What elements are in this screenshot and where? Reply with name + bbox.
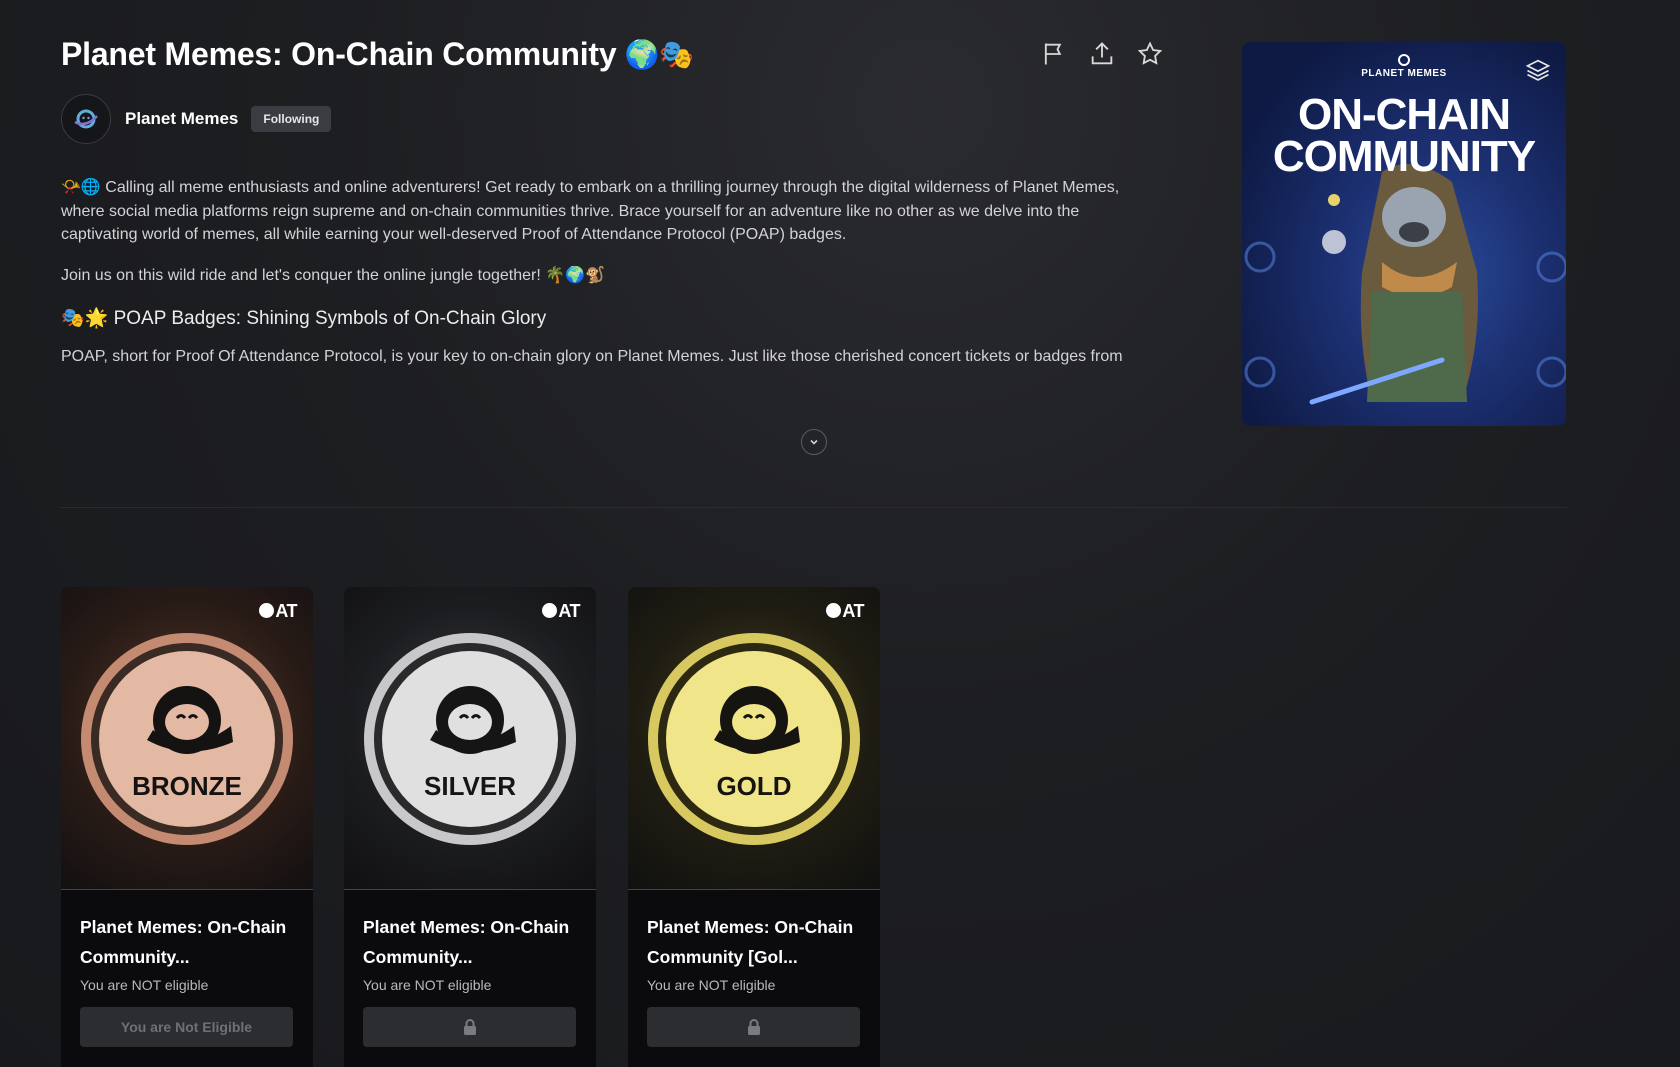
avatar[interactable] bbox=[61, 94, 111, 144]
report-button[interactable] bbox=[1040, 40, 1068, 68]
cover-headline: ON-CHAIN COMMUNITY bbox=[1242, 90, 1566, 181]
oat-logo-icon bbox=[826, 603, 842, 618]
description-paragraph: 📯🌐 Calling all meme enthusiasts and onli… bbox=[61, 175, 1141, 247]
planet-memes-logo-icon bbox=[74, 109, 98, 129]
claim-button[interactable]: You are Not Eligible bbox=[80, 1007, 293, 1047]
cover-headline-line: ON-CHAIN bbox=[1298, 90, 1511, 139]
share-button[interactable] bbox=[1088, 40, 1116, 68]
paragraph-emoji: 🌴🌍🐒 bbox=[545, 264, 606, 284]
lock-icon bbox=[747, 1019, 760, 1035]
oat-brand-text: AT bbox=[275, 601, 297, 621]
locked-claim-button[interactable] bbox=[647, 1007, 860, 1047]
eligibility-text: You are NOT eligible bbox=[363, 977, 492, 993]
silver-medal-icon: SILVER bbox=[364, 633, 576, 845]
creator-row: Planet Memes Following bbox=[61, 94, 332, 144]
reward-title[interactable]: Planet Memes: On-Chain Community... bbox=[363, 912, 583, 972]
cover-headline-line: COMMUNITY bbox=[1272, 132, 1536, 181]
oat-brand: AT bbox=[259, 601, 297, 622]
chevron-down-icon bbox=[810, 439, 818, 445]
medal-label: BRONZE bbox=[132, 771, 242, 801]
eligibility-text: You are NOT eligible bbox=[647, 977, 776, 993]
reward-art: AT GOLD bbox=[628, 587, 880, 890]
expand-description-button[interactable] bbox=[801, 429, 827, 455]
reward-title[interactable]: Planet Memes: On-Chain Community... bbox=[80, 912, 300, 972]
share-icon bbox=[1091, 42, 1113, 65]
layers-icon bbox=[1525, 59, 1551, 81]
medal-label: SILVER bbox=[424, 771, 516, 801]
heading-text: POAP Badges: Shining Symbols of On-Chain… bbox=[113, 308, 547, 329]
description-heading: 🎭🌟 POAP Badges: Shining Symbols of On-Ch… bbox=[61, 307, 1141, 331]
paragraph-text: POAP, short for Proof Of Attendance Prot… bbox=[61, 347, 1123, 365]
title-text: Planet Memes: On-Chain Community bbox=[61, 36, 617, 72]
oat-logo-icon bbox=[542, 603, 558, 618]
reward-art: AT BRONZE bbox=[61, 587, 313, 890]
reward-card-silver[interactable]: AT SILVER Planet Memes: On-Chain Communi… bbox=[344, 587, 596, 1067]
creator-name[interactable]: Planet Memes bbox=[125, 109, 238, 129]
section-divider bbox=[61, 507, 1567, 508]
bronze-medal-icon: BRONZE bbox=[81, 633, 293, 845]
page-title: Planet Memes: On-Chain Community 🌍🎭 bbox=[61, 36, 694, 73]
paragraph-emoji: 📯🌐 bbox=[61, 177, 101, 196]
star-icon bbox=[1137, 41, 1163, 65]
reward-card-gold[interactable]: AT GOLD Planet Memes: On-Chain Community… bbox=[628, 587, 880, 1067]
action-bar bbox=[1040, 40, 1164, 68]
gold-medal-icon: GOLD bbox=[648, 633, 860, 845]
cover-brand: PLANET MEMES bbox=[1361, 68, 1447, 79]
view-3d-button[interactable] bbox=[1524, 56, 1552, 84]
locked-claim-button[interactable] bbox=[363, 1007, 576, 1047]
brand-logo-icon bbox=[1398, 54, 1410, 66]
lock-icon bbox=[463, 1019, 476, 1035]
campaign-description: 📯🌐 Calling all meme enthusiasts and onli… bbox=[61, 175, 1141, 384]
paragraph-text: Calling all meme enthusiasts and online … bbox=[61, 179, 1120, 243]
paragraph-text: Join us on this wild ride and let's conq… bbox=[61, 266, 541, 284]
following-button[interactable]: Following bbox=[251, 106, 332, 132]
description-paragraph: Join us on this wild ride and let's conq… bbox=[61, 263, 1141, 288]
title-emoji: 🌍🎭 bbox=[624, 38, 694, 71]
campaign-page: Planet Memes: On-Chain Community 🌍🎭 Plan… bbox=[0, 0, 1680, 1067]
medal-label: GOLD bbox=[716, 771, 791, 801]
favorite-button[interactable] bbox=[1136, 40, 1164, 68]
oat-brand-text: AT bbox=[558, 601, 580, 621]
eligibility-text: You are NOT eligible bbox=[80, 977, 209, 993]
description-paragraph: POAP, short for Proof Of Attendance Prot… bbox=[61, 345, 1141, 369]
flag-icon bbox=[1044, 43, 1062, 65]
oat-brand: AT bbox=[826, 601, 864, 622]
reward-card-bronze[interactable]: AT BRONZE Planet Memes: On-Chain Communi… bbox=[61, 587, 313, 1067]
oat-brand-text: AT bbox=[842, 601, 864, 621]
campaign-cover-image: PLANET MEMES ON-CHAIN COMMUNITY bbox=[1242, 42, 1566, 426]
oat-logo-icon bbox=[259, 603, 275, 618]
reward-art: AT SILVER bbox=[344, 587, 596, 890]
reward-title[interactable]: Planet Memes: On-Chain Community [Gol... bbox=[647, 912, 867, 972]
heading-emoji: 🎭🌟 bbox=[61, 307, 109, 329]
oat-brand: AT bbox=[542, 601, 580, 622]
